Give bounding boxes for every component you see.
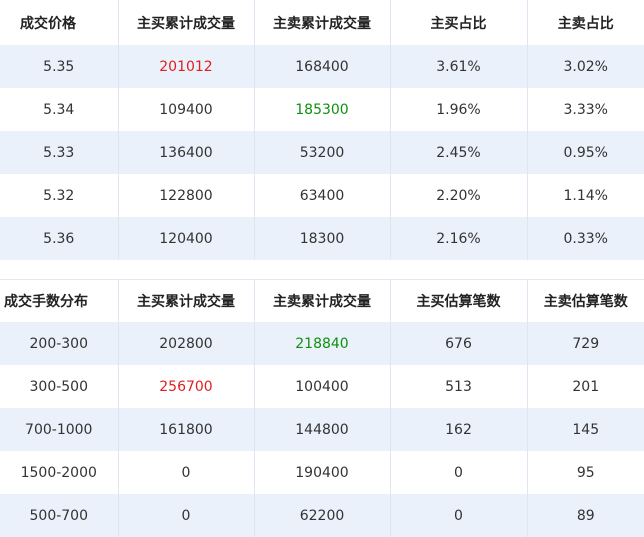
sell-ratio-cell: 3.33% <box>527 88 644 131</box>
buy-count-cell: 0 <box>390 494 528 537</box>
sell-volume-cell: 18300 <box>254 217 391 260</box>
buy-volume-cell: 202800 <box>118 322 255 365</box>
header-lot-range[interactable]: 成交手数分布 <box>0 279 119 322</box>
buy-ratio-cell: 2.16% <box>390 217 528 260</box>
sell-ratio-cell: 0.33% <box>527 217 644 260</box>
sell-volume-cell: 168400 <box>254 45 391 88</box>
buy-volume-cell: 120400 <box>118 217 255 260</box>
table-row: 500-700 0 62200 0 89 <box>0 494 644 537</box>
buy-count-cell: 676 <box>390 322 528 365</box>
sell-count-cell: 729 <box>527 322 644 365</box>
buy-volume-cell: 122800 <box>118 174 255 217</box>
sell-count-cell: 145 <box>527 408 644 451</box>
header-sell-volume[interactable]: 主卖累计成交量 <box>254 279 391 322</box>
buy-ratio-cell: 1.96% <box>390 88 528 131</box>
sell-ratio-cell: 3.02% <box>527 45 644 88</box>
sell-ratio-cell: 1.14% <box>527 174 644 217</box>
sell-volume-cell: 62200 <box>254 494 391 537</box>
lot-range-cell: 200-300 <box>0 322 119 365</box>
sell-count-cell: 95 <box>527 451 644 494</box>
lot-range-cell: 1500-2000 <box>0 451 119 494</box>
sell-count-cell: 201 <box>527 365 644 408</box>
lot-range-cell: 700-1000 <box>0 408 119 451</box>
buy-ratio-cell: 2.20% <box>390 174 528 217</box>
sell-ratio-cell: 0.95% <box>527 131 644 174</box>
header-buy-volume[interactable]: 主买累计成交量 <box>118 279 255 322</box>
price-cell: 5.35 <box>0 45 119 88</box>
lot-range-cell: 500-700 <box>0 494 119 537</box>
table-row: 5.32 122800 63400 2.20% 1.14% <box>0 174 644 217</box>
buy-volume-cell: 0 <box>118 451 255 494</box>
buy-volume-cell: 0 <box>118 494 255 537</box>
table-row: 5.33 136400 53200 2.45% 0.95% <box>0 131 644 174</box>
sell-volume-cell: 53200 <box>254 131 391 174</box>
buy-count-cell: 0 <box>390 451 528 494</box>
header-sell-count[interactable]: 主卖估算笔数 <box>527 279 644 322</box>
sell-volume-cell: 63400 <box>254 174 391 217</box>
header-buy-volume[interactable]: 主买累计成交量 <box>118 0 255 45</box>
table-row: 5.36 120400 18300 2.16% 0.33% <box>0 217 644 260</box>
table-row: 300-500 256700 100400 513 201 <box>0 365 644 408</box>
buy-count-cell: 513 <box>390 365 528 408</box>
sell-volume-cell: 190400 <box>254 451 391 494</box>
price-cell: 5.33 <box>0 131 119 174</box>
header-buy-count[interactable]: 主买估算笔数 <box>390 279 528 322</box>
sell-volume-cell: 218840 <box>254 322 391 365</box>
table-row: 700-1000 161800 144800 162 145 <box>0 408 644 451</box>
header-price[interactable]: 成交价格 <box>0 0 119 45</box>
buy-ratio-cell: 2.45% <box>390 131 528 174</box>
table-row: 200-300 202800 218840 676 729 <box>0 322 644 365</box>
lot-range-cell: 300-500 <box>0 365 119 408</box>
lot-size-distribution-table: 成交手数分布 主买累计成交量 主卖累计成交量 主买估算笔数 主卖估算笔数 200… <box>0 279 644 537</box>
header-sell-volume[interactable]: 主卖累计成交量 <box>254 0 391 45</box>
buy-volume-cell: 256700 <box>118 365 255 408</box>
table-row: 5.35 201012 168400 3.61% 3.02% <box>0 45 644 88</box>
table-header-row: 成交价格 主买累计成交量 主卖累计成交量 主买占比 主卖占比 <box>0 0 644 45</box>
sell-volume-cell: 100400 <box>254 365 391 408</box>
buy-volume-cell: 109400 <box>118 88 255 131</box>
sell-volume-cell: 185300 <box>254 88 391 131</box>
buy-ratio-cell: 3.61% <box>390 45 528 88</box>
buy-volume-cell: 201012 <box>118 45 255 88</box>
table-spacer <box>0 260 644 279</box>
buy-volume-cell: 136400 <box>118 131 255 174</box>
table-row: 1500-2000 0 190400 0 95 <box>0 451 644 494</box>
price-cell: 5.34 <box>0 88 119 131</box>
header-buy-ratio[interactable]: 主买占比 <box>390 0 528 45</box>
price-cell: 5.36 <box>0 217 119 260</box>
price-cell: 5.32 <box>0 174 119 217</box>
header-sell-ratio[interactable]: 主卖占比 <box>527 0 644 45</box>
price-distribution-table: 成交价格 主买累计成交量 主卖累计成交量 主买占比 主卖占比 5.35 2010… <box>0 0 644 260</box>
sell-volume-cell: 144800 <box>254 408 391 451</box>
buy-count-cell: 162 <box>390 408 528 451</box>
table-row: 5.34 109400 185300 1.96% 3.33% <box>0 88 644 131</box>
table-header-row: 成交手数分布 主买累计成交量 主卖累计成交量 主买估算笔数 主卖估算笔数 <box>0 279 644 322</box>
buy-volume-cell: 161800 <box>118 408 255 451</box>
sell-count-cell: 89 <box>527 494 644 537</box>
